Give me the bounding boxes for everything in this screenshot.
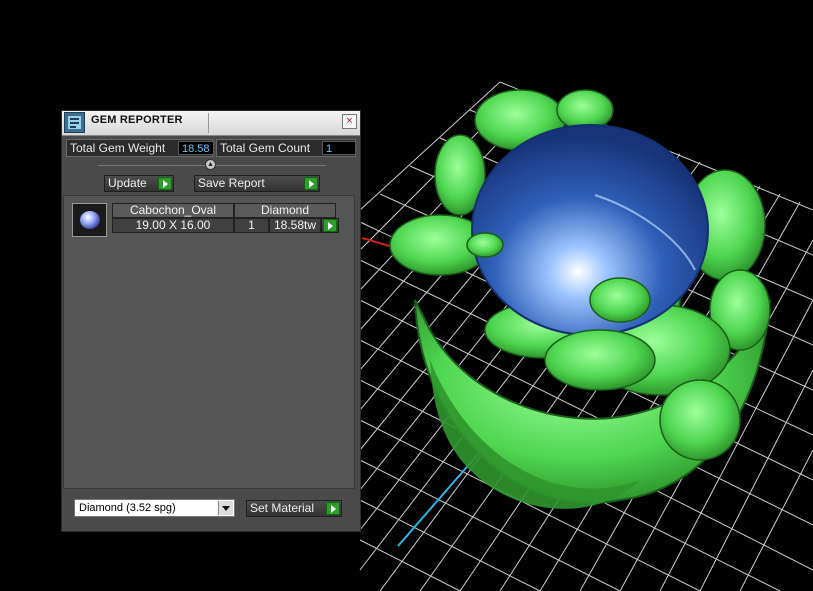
material-select[interactable]: Diamond (3.52 spg) (74, 499, 235, 517)
gem-weight: 18.58tw (269, 218, 321, 233)
update-button[interactable]: Update (104, 175, 174, 192)
set-material-button-label: Set Material (250, 501, 315, 515)
gem-reporter-icon (64, 112, 85, 133)
total-gem-count-value: 1 (322, 141, 356, 155)
gem-list[interactable]: Cabochon_Oval Diamond 19.00 X 16.00 1 18… (63, 195, 355, 489)
ring-model[interactable] (389, 89, 771, 509)
play-arrow-icon[interactable] (323, 219, 337, 232)
gem-row-go-button[interactable] (321, 218, 339, 233)
gem-material: Diamond (234, 203, 336, 218)
gem-size: 19.00 X 16.00 (112, 218, 234, 233)
close-icon[interactable]: × (342, 114, 357, 129)
window-title: GEM REPORTER (91, 114, 183, 126)
collapse-knob-icon[interactable]: ▲ (205, 159, 216, 170)
play-arrow-icon[interactable] (304, 177, 318, 190)
total-gem-weight-value: 18.58 (178, 141, 214, 155)
title-separator (208, 113, 209, 133)
gem-reporter-window: GEM REPORTER × Total Gem Weight 18.58 To… (61, 110, 361, 532)
set-material-button[interactable]: Set Material (246, 500, 342, 517)
save-report-button[interactable]: Save Report (194, 175, 320, 192)
material-select-value: Diamond (3.52 spg) (79, 502, 176, 514)
update-button-label: Update (108, 176, 147, 190)
total-gem-count-label: Total Gem Count (220, 141, 311, 155)
chevron-down-icon[interactable] (218, 501, 233, 515)
gem-shape: Cabochon_Oval (112, 203, 234, 218)
list-item[interactable]: Cabochon_Oval Diamond 19.00 X 16.00 1 18… (72, 203, 339, 237)
play-arrow-icon[interactable] (158, 177, 172, 190)
play-arrow-icon[interactable] (326, 502, 340, 515)
total-gem-weight-label: Total Gem Weight (70, 141, 166, 155)
gem-count: 1 (234, 218, 269, 233)
total-gem-count: Total Gem Count 1 (216, 139, 356, 157)
oval-cabochon-icon (72, 203, 107, 237)
save-report-button-label: Save Report (198, 176, 265, 190)
total-gem-weight: Total Gem Weight 18.58 (66, 139, 214, 157)
title-bar[interactable]: GEM REPORTER × (62, 111, 360, 136)
